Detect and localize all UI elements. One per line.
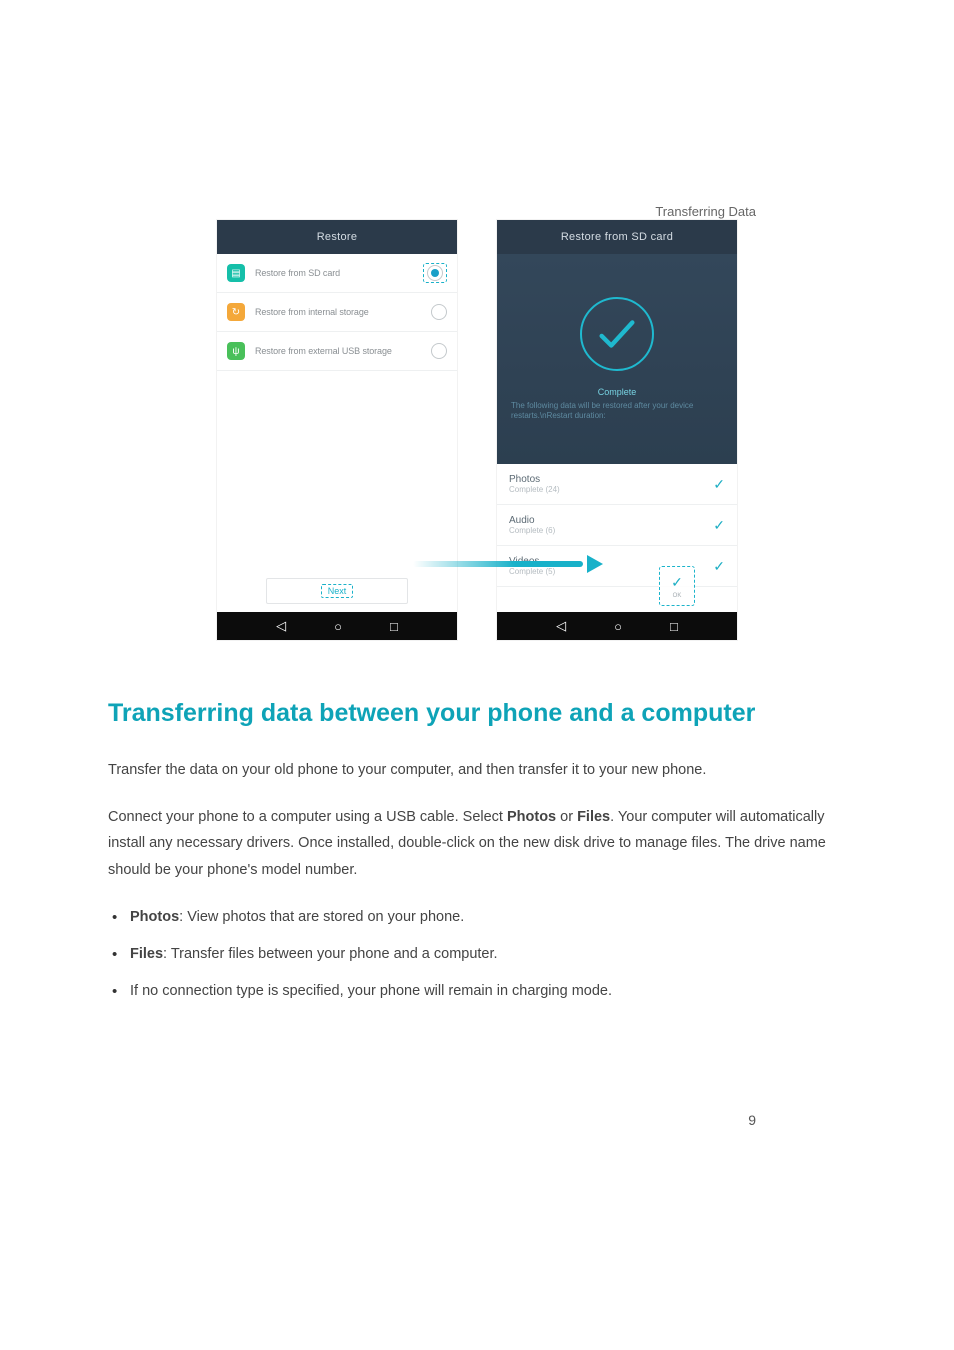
- complete-title: Complete: [598, 387, 637, 397]
- option-label: Restore from internal storage: [255, 307, 431, 317]
- complete-desc: The following data will be restored afte…: [511, 401, 723, 422]
- item-name: Photos: [509, 474, 713, 485]
- option-label: Restore from SD card: [255, 268, 423, 278]
- callout-box: ✓ OK: [659, 566, 695, 606]
- next-label: Next: [321, 584, 354, 598]
- list-item: Photos: View photos that are stored on y…: [108, 904, 846, 931]
- next-button[interactable]: Next: [266, 578, 408, 604]
- restore-item: Photos Complete (24) ✓: [497, 464, 737, 505]
- radio-icon: [431, 304, 447, 320]
- phone-restore: Restore ▤ Restore from SD card ↻ Restore…: [217, 220, 457, 640]
- nav-recent-icon[interactable]: □: [390, 619, 398, 634]
- highlight-box: [423, 263, 447, 283]
- nav-recent-icon[interactable]: □: [670, 619, 678, 634]
- check-icon: ✓: [713, 476, 725, 493]
- restore-item: Audio Complete (6) ✓: [497, 505, 737, 546]
- page-number: 9: [748, 1112, 756, 1128]
- list-item: Files: Transfer files between your phone…: [108, 941, 846, 968]
- paragraph: Connect your phone to a computer using a…: [108, 804, 846, 884]
- nav-home-icon[interactable]: ○: [614, 619, 622, 634]
- nav-home-icon[interactable]: ○: [334, 619, 342, 634]
- android-navbar: ◁ ○ □: [497, 612, 737, 640]
- check-icon: ✓: [713, 517, 725, 534]
- phone-restore-result: Restore from SD card Complete The follow…: [497, 220, 737, 640]
- restore-option-internal[interactable]: ↻ Restore from internal storage: [217, 293, 457, 332]
- phone-title: Restore: [217, 220, 457, 254]
- paragraph: Transfer the data on your old phone to y…: [108, 757, 846, 784]
- check-icon: ✓: [671, 574, 683, 591]
- phone-title: Restore from SD card: [497, 220, 737, 254]
- history-icon: ↻: [227, 303, 245, 321]
- arrow-icon: [413, 558, 603, 570]
- running-header: Transferring Data: [655, 204, 756, 219]
- success-check-icon: [580, 297, 654, 371]
- check-icon: ✓: [713, 558, 725, 575]
- usb-icon: ψ: [227, 342, 245, 360]
- item-sub: Complete (24): [509, 485, 713, 494]
- figure: Restore ▤ Restore from SD card ↻ Restore…: [108, 220, 846, 660]
- radio-icon: [431, 343, 447, 359]
- restore-summary: Complete The following data will be rest…: [497, 254, 737, 464]
- bullet-list: Photos: View photos that are stored on y…: [108, 904, 846, 1004]
- nav-back-icon[interactable]: ◁: [556, 618, 566, 634]
- restore-option-usb[interactable]: ψ Restore from external USB storage: [217, 332, 457, 371]
- option-label: Restore from external USB storage: [255, 346, 431, 356]
- sd-card-icon: ▤: [227, 264, 245, 282]
- item-name: Audio: [509, 515, 713, 526]
- radio-icon: [427, 265, 443, 281]
- item-sub: Complete (6): [509, 526, 713, 535]
- restore-option-sd[interactable]: ▤ Restore from SD card: [217, 254, 457, 293]
- android-navbar: ◁ ○ □: [217, 612, 457, 640]
- list-item: If no connection type is specified, your…: [108, 978, 846, 1005]
- callout-caption: OK: [673, 593, 682, 599]
- section-heading: Transferring data between your phone and…: [108, 694, 846, 733]
- nav-back-icon[interactable]: ◁: [276, 618, 286, 634]
